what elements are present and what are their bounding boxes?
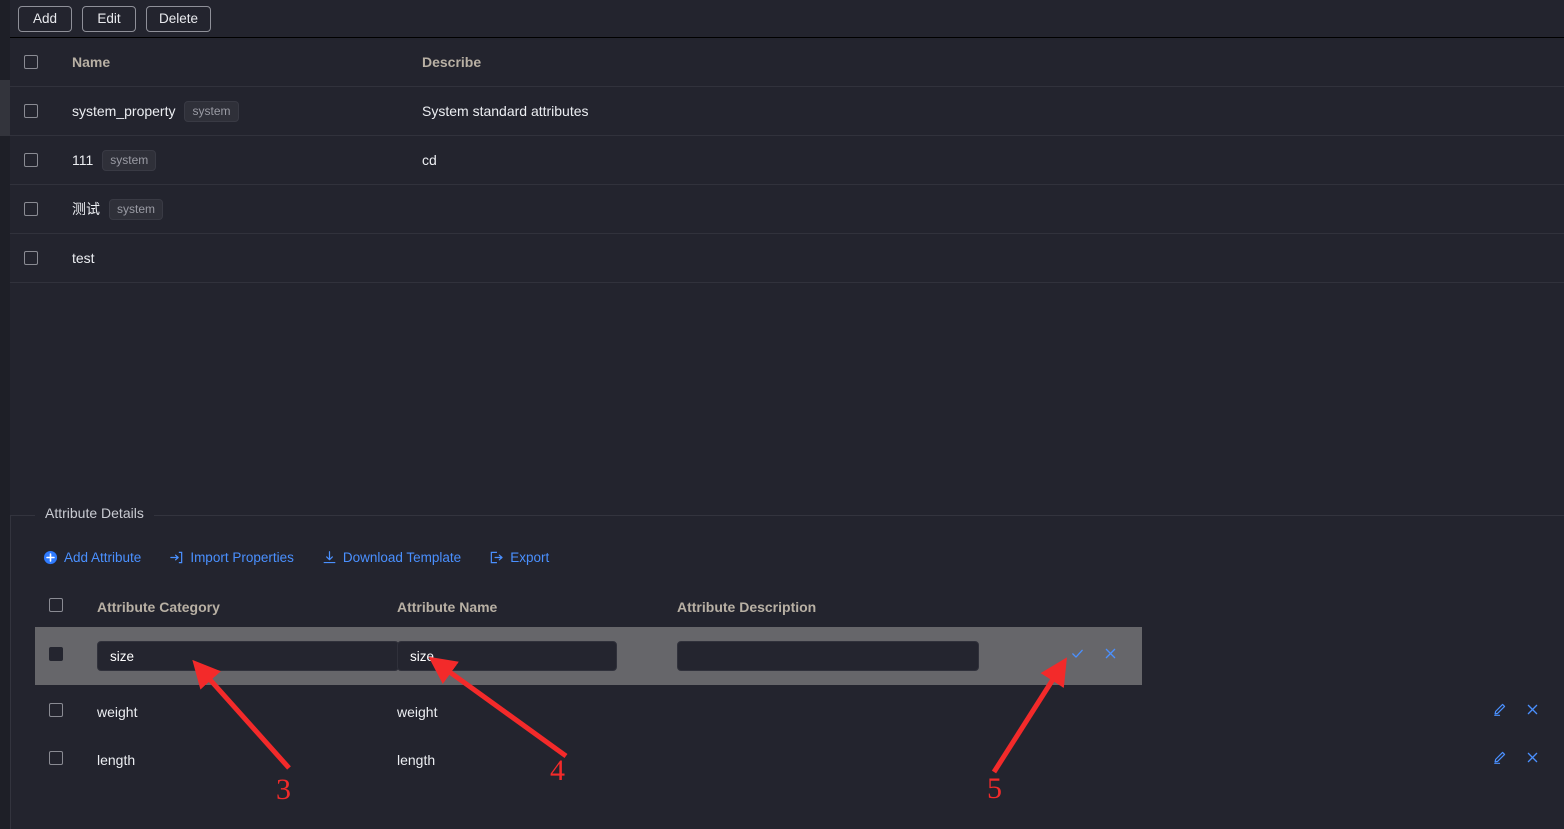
edit-button[interactable]: Edit [82,5,136,32]
legend-divider [156,515,1564,516]
close-icon[interactable] [1103,646,1118,666]
attribute-details-panel: Attribute Details Add Attribute Import P… [10,505,1564,829]
row-name-text: 测试 [72,201,100,217]
row-select-cell [24,153,72,167]
add-button[interactable]: Add [18,5,72,32]
add-attribute-label: Add Attribute [64,550,142,565]
attribute-row-select-cell [49,750,97,770]
import-properties-label: Import Properties [190,550,294,565]
table-row[interactable]: test [10,234,1564,283]
attribute-category-text: length [97,752,136,768]
attribute-row-checkbox[interactable] [49,702,63,717]
system-tag: system [102,149,157,171]
table-header-row: Name Describe [10,38,1564,87]
attribute-column-category: Attribute Category [97,599,220,615]
row-checkbox[interactable] [24,153,38,167]
add-attribute-link[interactable]: Add Attribute [43,550,141,565]
table-row[interactable]: system_property system System standard a… [10,87,1564,136]
attribute-description-cell [677,641,979,671]
edit-pencil-icon[interactable] [1492,750,1507,770]
cell-describe: System standard attributes [422,103,589,119]
close-icon[interactable] [1525,702,1540,722]
table-row[interactable]: 111 system cd [10,136,1564,185]
row-checkbox[interactable] [24,104,38,118]
attribute-row-checkbox[interactable] [49,646,63,661]
select-all-cell [24,55,72,69]
download-icon [322,550,337,565]
attribute-name-input[interactable] [397,641,617,671]
row-select-cell [24,104,72,118]
attribute-row[interactable]: length length [35,736,1564,784]
attribute-row[interactable]: weight weight [35,688,1564,736]
attribute-category-input[interactable] [97,641,399,671]
cell-name: 111 system [72,149,422,171]
close-icon[interactable] [1525,750,1540,770]
attribute-select-all-cell [49,597,97,617]
column-header-name: Name [72,54,111,70]
property-table: Name Describe system_property system Sys… [10,37,1564,507]
attribute-column-description: Attribute Description [677,599,817,615]
export-icon [489,550,504,565]
system-tag: system [184,100,239,122]
row-select-cell [24,251,72,265]
attribute-details-legend: Attribute Details [35,505,154,521]
row-name-text: 111 [72,152,94,168]
row-name-text: system_property [72,103,176,119]
attribute-row-editing[interactable] [35,627,1142,685]
attribute-description-input[interactable] [677,641,979,671]
cell-describe: cd [422,152,437,168]
attribute-row-select-cell [49,646,97,666]
row-select-cell [24,202,72,216]
attribute-actions-bar: Add Attribute Import Properties Download… [43,550,549,565]
import-icon [169,550,184,565]
vertical-scrollbar-thumb[interactable] [0,80,10,136]
download-template-label: Download Template [342,550,462,565]
attribute-category-cell [97,641,399,671]
attribute-header-row: Attribute Category Attribute Name Attrib… [35,590,1564,624]
cell-name: system_property system [72,100,422,122]
edit-pencil-icon[interactable] [1492,702,1507,722]
app-root: Add Edit Delete Name Describe system_pro… [0,0,1564,829]
cell-name: test [72,250,422,266]
plus-circle-icon [43,550,58,565]
check-icon[interactable] [1070,646,1085,666]
row-name-text: test [72,250,95,266]
attribute-name-text: length [397,752,436,768]
attribute-category-text: weight [97,704,138,720]
top-toolbar: Add Edit Delete [10,0,1564,37]
select-all-checkbox[interactable] [24,55,38,69]
row-checkbox[interactable] [24,251,38,265]
export-label: Export [510,550,550,565]
delete-button[interactable]: Delete [146,5,212,32]
import-properties-link[interactable]: Import Properties [169,550,294,565]
attribute-row-checkbox[interactable] [49,750,63,765]
attribute-row-actions [1492,702,1540,722]
column-header-describe: Describe [422,54,482,70]
attribute-row-actions [1492,750,1540,770]
export-link[interactable]: Export [489,550,549,565]
system-tag: system [109,198,164,220]
attribute-column-name: Attribute Name [397,599,498,615]
row-checkbox[interactable] [24,202,38,216]
left-edge-rail [0,0,10,829]
download-template-link[interactable]: Download Template [322,550,461,565]
attribute-name-cell [397,641,677,671]
attribute-select-all-checkbox[interactable] [49,597,63,612]
attribute-row-actions [1070,646,1118,666]
table-row[interactable]: 测试 system [10,185,1564,234]
cell-name: 测试 system [72,198,422,220]
attribute-row-select-cell [49,702,97,722]
attribute-name-text: weight [397,704,438,720]
